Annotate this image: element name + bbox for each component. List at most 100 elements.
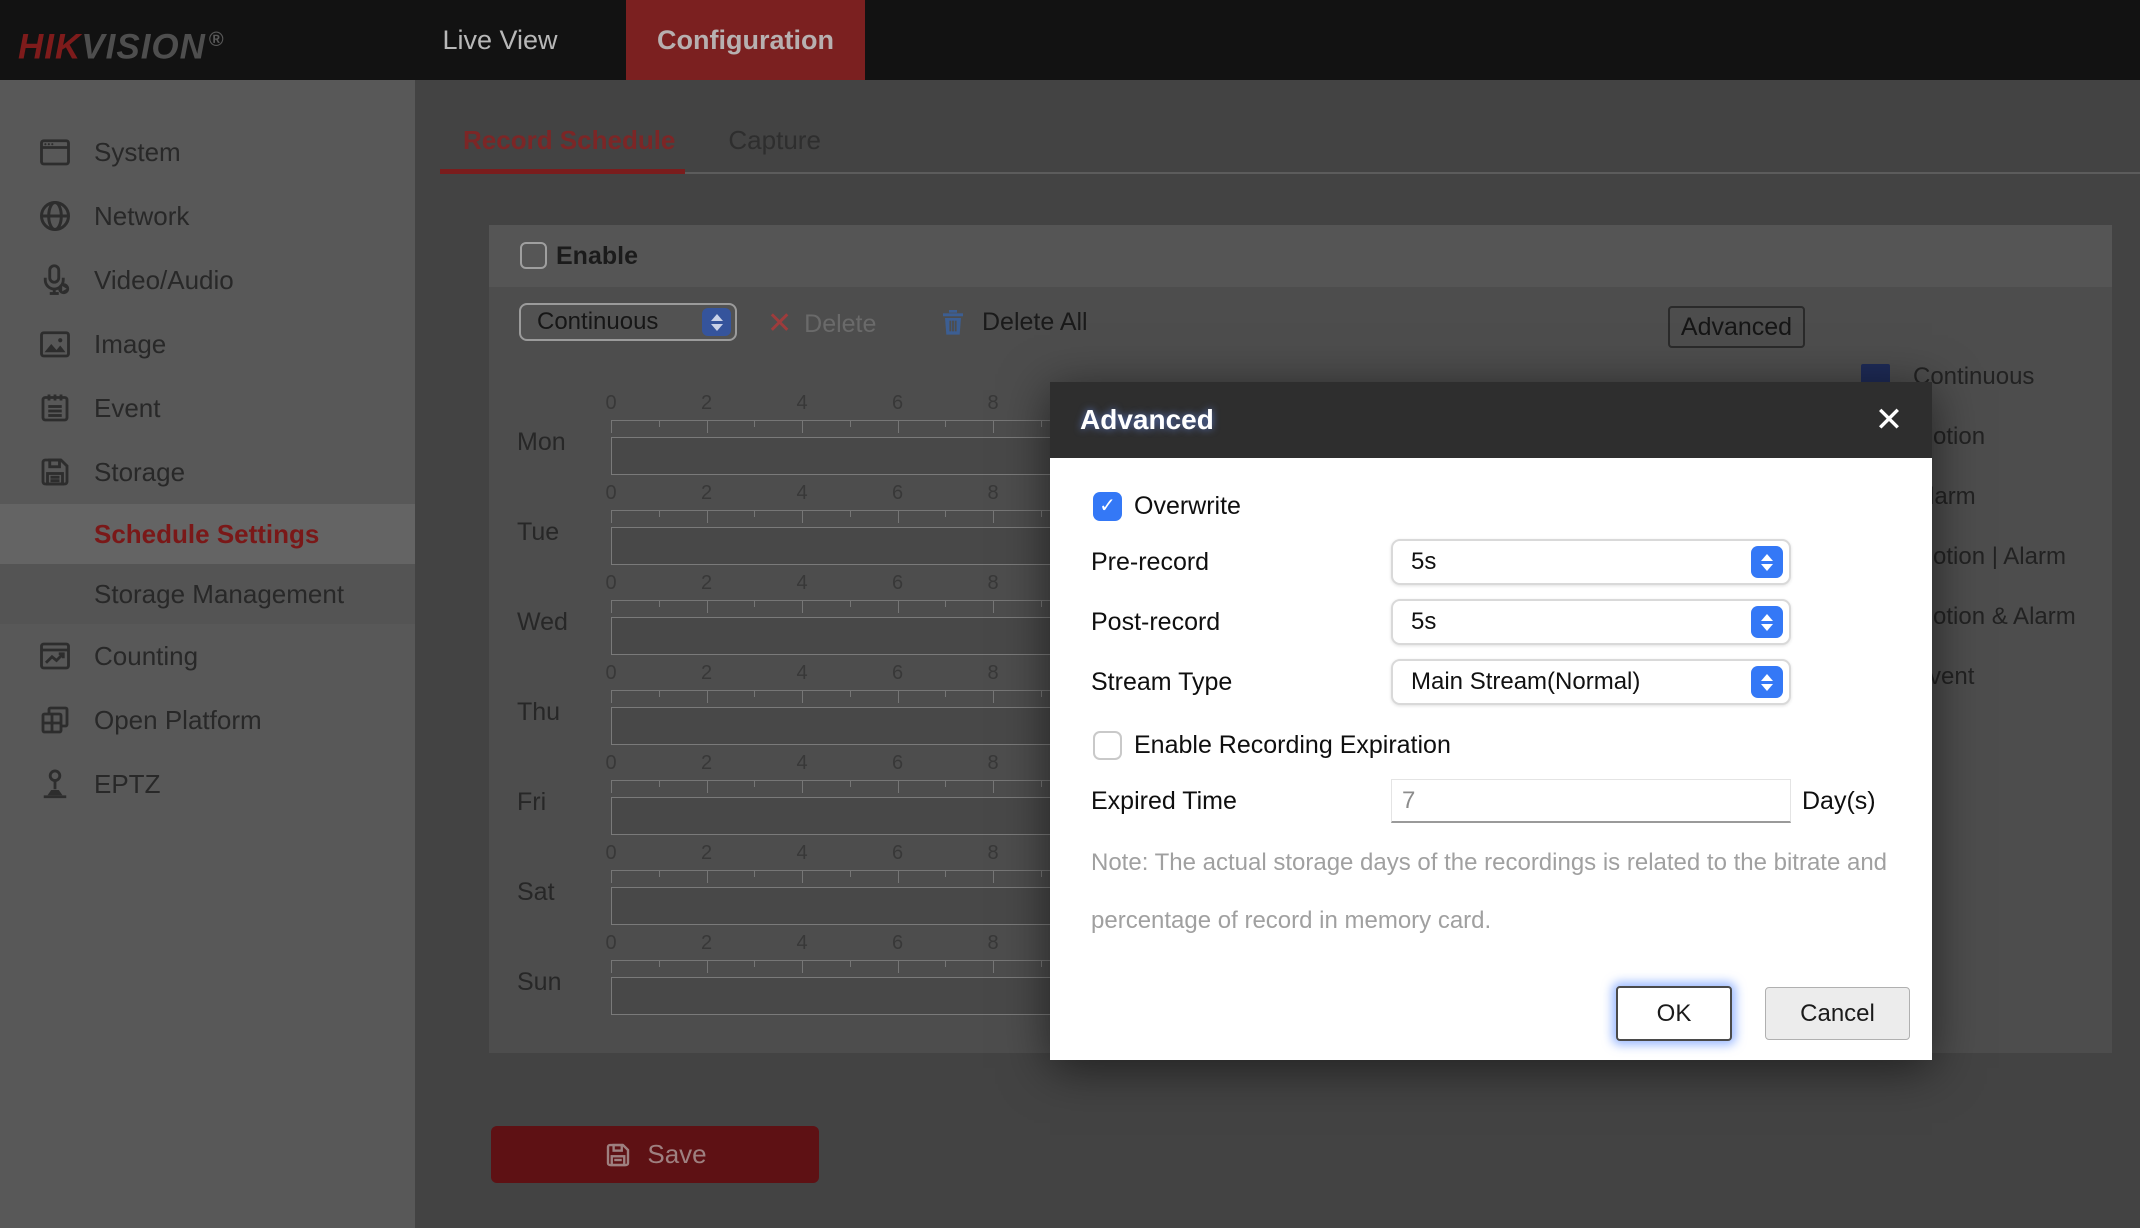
field-select-value: Main Stream(Normal) bbox=[1411, 668, 1641, 695]
hour-label: 2 bbox=[700, 392, 713, 414]
overwrite-label: Overwrite bbox=[1134, 492, 1241, 520]
hour-label: 8 bbox=[987, 932, 999, 954]
field-select[interactable]: 5s bbox=[1391, 599, 1791, 645]
close-icon[interactable]: ✕ bbox=[1866, 382, 1912, 458]
field-label: Post-record bbox=[1091, 608, 1221, 636]
record-type-value: Continuous bbox=[537, 308, 659, 335]
hour-label: 0 bbox=[605, 392, 617, 414]
note-line-2: percentage of record in memory card. bbox=[1091, 907, 1492, 934]
dialog-field-row: Pre-record 5s bbox=[1050, 539, 1932, 585]
sidebar-item-video-audio[interactable]: Video/Audio bbox=[0, 248, 415, 312]
field-label: Pre-record bbox=[1091, 548, 1210, 576]
hour-label: 4 bbox=[796, 842, 808, 864]
cancel-button[interactable]: Cancel bbox=[1765, 987, 1910, 1040]
sidebar-item-event[interactable]: Event bbox=[0, 376, 415, 440]
sidebar-item-label: Counting bbox=[94, 640, 199, 671]
hour-label: 6 bbox=[891, 482, 904, 504]
expired-time-unit: Day(s) bbox=[1802, 787, 1876, 815]
hour-label: 4 bbox=[796, 662, 808, 684]
hour-label: 0 bbox=[605, 482, 617, 504]
enable-label: Enable bbox=[556, 242, 638, 270]
sidebar-item-image[interactable]: Image bbox=[0, 312, 415, 376]
expired-time-input[interactable] bbox=[1391, 779, 1791, 823]
sidebar-item-label: Network bbox=[94, 200, 190, 231]
sidebar-item-open-platform[interactable]: Open Platform bbox=[0, 688, 415, 752]
active-tab-underline bbox=[440, 169, 685, 174]
hour-label: 4 bbox=[796, 572, 808, 594]
open-platform-icon bbox=[37, 702, 73, 738]
delete-all-button[interactable]: Delete All bbox=[937, 305, 1088, 339]
enable-row: Enable bbox=[489, 225, 2112, 287]
sidebar-item-label: Event bbox=[94, 392, 161, 423]
hour-label: 6 bbox=[891, 572, 904, 594]
hour-label: 6 bbox=[891, 752, 904, 774]
legend-label: Motion | Alarm bbox=[1913, 543, 2066, 570]
overwrite-checkbox[interactable]: ✓ bbox=[1093, 492, 1122, 521]
hour-label: 0 bbox=[605, 842, 617, 864]
sidebar-item-label: Image bbox=[94, 328, 167, 359]
sidebar-item-network[interactable]: Network bbox=[0, 184, 415, 248]
note-line-1: Note: The actual storage days of the rec… bbox=[1091, 849, 1888, 876]
hour-label: 6 bbox=[891, 932, 904, 954]
hour-label: 8 bbox=[987, 842, 999, 864]
logo-part-hik: HIK bbox=[18, 27, 82, 67]
sidebar-item-system[interactable]: System bbox=[0, 120, 415, 184]
hour-label: 4 bbox=[796, 752, 808, 774]
field-select-value: 5s bbox=[1411, 608, 1437, 635]
hour-label: 4 bbox=[796, 932, 808, 954]
trash-icon bbox=[937, 305, 969, 339]
record-type-select[interactable]: Continuous bbox=[519, 303, 737, 341]
top-bar: HIKVISION ® Live View Configuration bbox=[0, 0, 2140, 80]
image-icon bbox=[37, 326, 73, 362]
day-label: Tue bbox=[517, 518, 560, 546]
registered-mark: ® bbox=[208, 29, 225, 51]
advanced-dialog: Advanced ✕ ✓ Overwrite Pre-record 5s Pos… bbox=[1050, 382, 1932, 1060]
save-floppy-icon bbox=[603, 1140, 633, 1170]
tab-capture[interactable]: Capture bbox=[728, 113, 821, 167]
video-audio-icon bbox=[37, 262, 73, 298]
delete-label: Delete bbox=[804, 309, 877, 338]
nav-configuration[interactable]: Configuration bbox=[626, 0, 865, 80]
sidebar-item-storage[interactable]: Storage bbox=[0, 440, 415, 504]
hikvision-logo: HIKVISION ® bbox=[18, 0, 225, 80]
sidebar-list: System Network Video/Audio Image Event S… bbox=[0, 120, 415, 816]
enable-checkbox[interactable] bbox=[520, 242, 547, 269]
hour-label: 8 bbox=[987, 662, 999, 684]
delete-all-label: Delete All bbox=[982, 307, 1088, 336]
field-select[interactable]: 5s bbox=[1391, 539, 1791, 585]
network-icon bbox=[37, 198, 73, 234]
nav-live-view[interactable]: Live View bbox=[400, 0, 600, 80]
select-stepper-icon bbox=[1751, 546, 1783, 578]
day-label: Sun bbox=[517, 968, 562, 996]
hour-label: 4 bbox=[796, 482, 808, 504]
tabs-divider bbox=[440, 172, 2140, 174]
field-label: Stream Type bbox=[1091, 668, 1233, 696]
select-stepper-icon bbox=[702, 308, 731, 336]
hour-label: 2 bbox=[700, 842, 713, 864]
dialog-field-row: Post-record 5s bbox=[1050, 599, 1932, 645]
select-stepper-icon bbox=[1751, 606, 1783, 638]
sidebar-item-label: Storage bbox=[94, 456, 186, 487]
sidebar-item-schedule-settings[interactable]: Schedule Settings bbox=[0, 504, 415, 564]
delete-button[interactable]: ✕ Delete bbox=[767, 307, 876, 341]
advanced-button[interactable]: Advanced bbox=[1668, 306, 1805, 348]
recording-expiration-checkbox[interactable] bbox=[1093, 731, 1122, 760]
ok-button[interactable]: OK bbox=[1616, 986, 1732, 1041]
hour-label: 2 bbox=[700, 752, 713, 774]
hour-label: 2 bbox=[700, 572, 713, 594]
sidebar-item-label: Open Platform bbox=[94, 704, 262, 735]
field-select[interactable]: Main Stream(Normal) bbox=[1391, 659, 1791, 705]
sidebar-item-storage-management[interactable]: Storage Management bbox=[0, 564, 415, 624]
dialog-header: Advanced ✕ bbox=[1050, 382, 1932, 458]
sidebar-item-counting[interactable]: Counting bbox=[0, 624, 415, 688]
hour-label: 0 bbox=[605, 572, 617, 594]
counting-icon bbox=[37, 638, 73, 674]
hour-label: 0 bbox=[605, 752, 617, 774]
select-stepper-icon bbox=[1751, 666, 1783, 698]
sidebar-item-label: System bbox=[94, 136, 181, 167]
tab-record-schedule[interactable]: Record Schedule bbox=[463, 113, 675, 167]
save-button[interactable]: Save bbox=[491, 1126, 819, 1183]
delete-x-icon: ✕ bbox=[767, 307, 793, 340]
sidebar-item-eptz[interactable]: EPTZ bbox=[0, 752, 415, 816]
day-label: Thu bbox=[517, 698, 561, 726]
